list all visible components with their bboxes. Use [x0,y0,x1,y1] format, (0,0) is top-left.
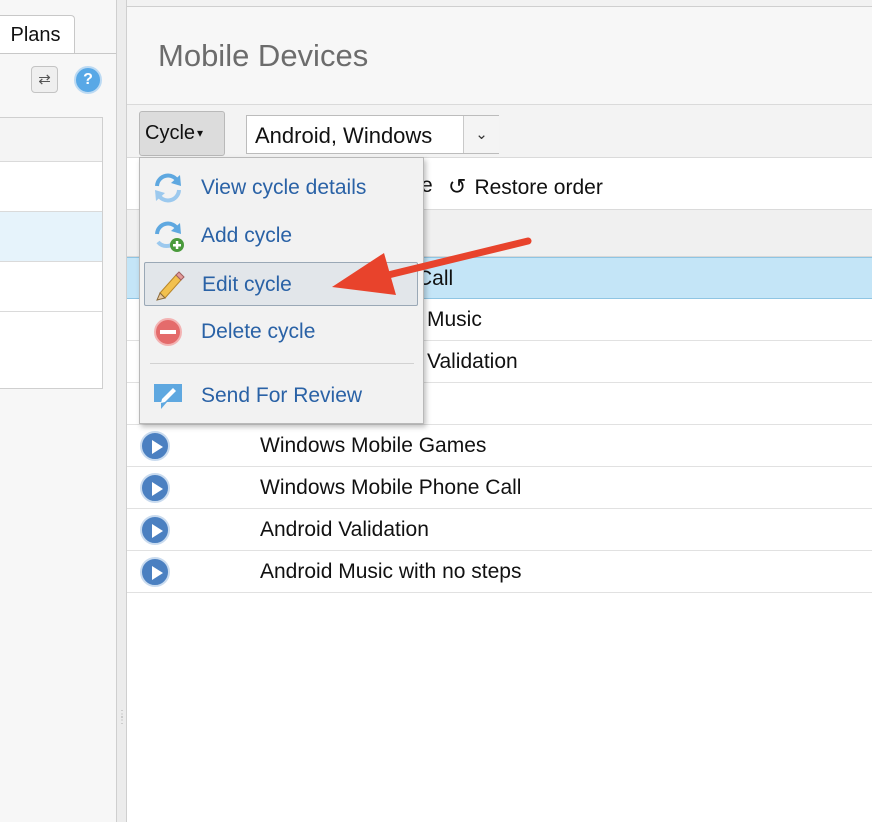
help-icon: ? [83,71,93,88]
restore-order-button[interactable]: ↺ Restore order [448,173,603,201]
menu-label: View cycle details [201,176,367,199]
cycle-button-label: Cycle [145,122,196,144]
add-cycle-icon [155,221,184,252]
page-title: Mobile Devices [158,38,369,73]
row-name: Android Music with no steps [260,560,522,583]
menu-item-delete-cycle[interactable]: Delete cycle [144,310,418,354]
cycle-filter-select[interactable]: Android, Windows ⌄ [246,115,499,154]
menu-label: Delete cycle [201,320,316,343]
refresh-button[interactable]: ⇄ [31,66,58,93]
annotation-arrow-icon [332,237,532,295]
refresh-cycle-icon [155,173,181,203]
menu-separator [150,363,414,364]
list-header [0,118,102,162]
splitter-grip-icon[interactable]: ⋮ ⋮ [117,710,127,740]
list-item-selected[interactable] [0,212,102,262]
table-row[interactable]: Android Music with no steps [127,551,872,593]
restore-icon: ↺ [448,174,467,199]
play-icon[interactable] [140,557,170,587]
menu-item-view-cycle-details[interactable]: View cycle details [144,166,418,210]
toolbar [127,104,872,158]
row-name: Windows Mobile Phone Call [260,476,522,499]
filter-value: Android, Windows [255,123,433,148]
cycle-menu-button[interactable]: Cycle ▾ [139,111,225,156]
caret-down-icon: ▾ [197,126,204,141]
pane-splitter[interactable] [116,0,127,822]
table-row[interactable]: Windows Mobile Games [127,425,872,467]
help-button[interactable]: ? [74,66,102,94]
list-item[interactable] [0,312,102,388]
play-icon[interactable] [140,431,170,461]
chevron-down-icon[interactable]: ⌄ [463,116,499,153]
row-name: Windows Mobile Games [260,434,487,457]
row-name: Validation [427,350,518,373]
tab-plans[interactable]: Plans [0,15,75,53]
delete-icon [154,318,182,346]
menu-label: Add cycle [201,224,293,247]
left-tree-list [0,117,103,389]
menu-label: Send For Review [201,384,363,407]
play-icon[interactable] [140,473,170,503]
row-name: Music [427,308,482,331]
play-icon[interactable] [140,515,170,545]
refresh-icon: ⇄ [38,71,51,88]
tab-divider [0,53,116,54]
menu-label: Edit cycle [202,273,292,296]
send-review-icon [154,384,182,409]
row-name: Android Validation [260,518,429,541]
table-row[interactable]: Windows Mobile Phone Call [127,467,872,509]
menu-item-send-for-review[interactable]: Send For Review [144,374,418,418]
pencil-icon [156,271,185,301]
list-item[interactable] [0,162,102,212]
top-tab-strip [127,0,872,7]
list-item[interactable] [0,262,102,312]
table-row[interactable]: Android Validation [127,509,872,551]
restore-order-label: Restore order [474,176,603,199]
